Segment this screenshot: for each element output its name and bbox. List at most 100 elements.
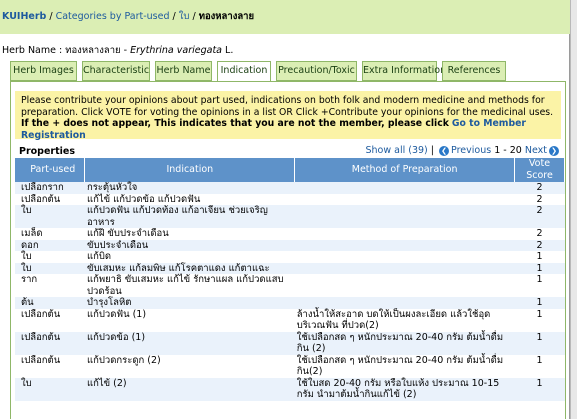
cell-vote-score: 2 [514, 182, 565, 194]
cell-part-used: เมล็ด [15, 228, 85, 240]
cell-method [294, 251, 515, 263]
table-row: เปลือกต้น แก้ปวดข้อ (1) ใช้เปลือกสด ๆ หนัก… [15, 331, 565, 355]
cell-part-used: เปลือกต้น [15, 308, 85, 332]
cell-indication: แก้ปวดกระดูก (2) [84, 354, 295, 378]
table-row: เปลือกราก กระตุ้นหัวใจ 2 [15, 182, 565, 194]
next-link[interactable]: Next [525, 145, 547, 156]
breadcrumb-separator: / [189, 11, 199, 22]
cell-vote-score: 2 [514, 205, 565, 228]
cell-method: ล้างน้ำให้สะอาด บดให้เป็นผงละเอียด แล้วใ… [294, 308, 515, 332]
header-method: Method of Preparation [294, 158, 516, 182]
cell-method [294, 205, 515, 228]
cell-indication: แก้ฝี ขับประจำเดือน [84, 228, 295, 240]
table-row: ใบ แก้บิด 1 [15, 251, 565, 263]
header-vote-score: Vote Score [514, 158, 565, 182]
cell-indication: แก้บิด [84, 251, 295, 263]
cell-indication: แก้ปวดข้อ (1) [84, 331, 295, 355]
breadcrumb-current: ทองหลางลาย [198, 11, 255, 22]
cell-part-used: ราก [15, 274, 85, 297]
cell-method [294, 239, 515, 251]
cell-vote-score: 1 [514, 308, 565, 332]
indication-panel: Please contribute your opinions about pa… [10, 81, 566, 419]
cell-indication: กระตุ้นหัวใจ [84, 182, 295, 194]
next-arrow-icon[interactable]: ❯ [549, 145, 559, 156]
cell-indication: แก้ไข้ แก้ปวดข้อ แก้ปวดฟัน [84, 193, 295, 205]
herb-name-label: Herb Name : [2, 45, 66, 56]
properties-table: Part-used Indication Method of Preparati… [15, 158, 565, 401]
cell-vote-score: 1 [514, 262, 565, 274]
table-row: ต้น บำรุงโลหิต 1 [15, 297, 565, 309]
cell-method [294, 193, 515, 205]
breadcrumb-categories-link[interactable]: Categories by Part-used [56, 11, 170, 22]
tab-herb-name[interactable]: Herb Name [155, 61, 212, 81]
properties-title: Properties [19, 146, 75, 157]
tab-characteristic[interactable]: Characteristic [82, 61, 150, 81]
cell-indication: แก้ไข้ (2) [84, 377, 295, 401]
breadcrumb-part-link[interactable]: ใบ [179, 11, 190, 22]
tab-herb-images[interactable]: Herb Images [10, 61, 77, 81]
table-row: ใบ แก้ไข้ (2) ใช้ใบสด 20-40 กรัม หรือใบแห้… [15, 377, 565, 401]
table-row: เปลือกต้น แก้ปวดฟัน (1) ล้างน้ำให้สะอาด บด… [15, 308, 565, 332]
show-all-link[interactable]: Show all (39) [365, 145, 427, 156]
cell-part-used: ดอก [15, 239, 85, 251]
previous-link[interactable]: Previous [451, 145, 491, 156]
cell-vote-score: 1 [514, 297, 565, 309]
header-bar: KUIHerb / Categories by Part-used / ใบ /… [0, 0, 570, 34]
table-row: ใบ แก้ปวดฟัน แก้ปวดท้อง แก้อาเจียน ช่วยเจ… [15, 205, 565, 228]
cell-indication: แก้พยาธิ ขับเสมหะ แก้ไข้ รักษาแผล แก้ปวด… [84, 274, 295, 297]
herb-name-dash: - [120, 45, 131, 56]
vertical-scrollbar[interactable] [570, 0, 577, 419]
cell-part-used: ต้น [15, 297, 85, 309]
cell-vote-score: 1 [514, 377, 565, 401]
breadcrumb-separator: / [169, 11, 179, 22]
cell-part-used: ใบ [15, 262, 85, 274]
cell-indication: แก้ปวดฟัน แก้ปวดท้อง แก้อาเจียน ช่วยเจริ… [84, 205, 295, 228]
cell-method [294, 228, 515, 240]
cell-part-used: ใบ [15, 251, 85, 263]
cell-indication: ขับเสมหะ แก้ลมพิษ แก้โรคตาแดง แก้ตาแฉะ [84, 262, 295, 274]
cell-vote-score: 2 [514, 228, 565, 240]
cell-indication: ขับประจำเดือน [84, 239, 295, 251]
cell-method: ใช้เปลือกสด ๆ หนักประมาณ 20-40 กรัม ต้มน… [294, 354, 515, 378]
cell-method [294, 262, 515, 274]
cell-indication: บำรุงโลหิต [84, 297, 295, 309]
cell-part-used: ใบ [15, 377, 85, 401]
page-frame: KUIHerb / Categories by Part-used / ใบ /… [0, 0, 570, 419]
cell-method [294, 274, 515, 297]
tab-references[interactable]: References [442, 61, 506, 81]
breadcrumb-site[interactable]: KUIHerb [2, 11, 46, 22]
table-row: ใบ ขับเสมหะ แก้ลมพิษ แก้โรคตาแดง แก้ตาแฉะ… [15, 262, 565, 274]
table-row: ราก แก้พยาธิ ขับเสมหะ แก้ไข้ รักษาแผล แก้… [15, 274, 565, 297]
table-row: เปลือกต้น แก้ไข้ แก้ปวดข้อ แก้ปวดฟัน 2 [15, 193, 565, 205]
table-header-row: Part-used Indication Method of Preparati… [15, 158, 565, 182]
cell-indication: แก้ปวดฟัน (1) [84, 308, 295, 332]
cell-part-used: เปลือกต้น [15, 354, 85, 378]
herb-scientific-name: Erythrina variegata [130, 45, 222, 56]
notice-text: Please contribute your opinions about pa… [21, 95, 554, 118]
cell-vote-score: 2 [514, 193, 565, 205]
tab-indication[interactable]: Indication [217, 61, 271, 82]
herb-author: L. [222, 45, 234, 56]
table-row: เมล็ด แก้ฝี ขับประจำเดือน 2 [15, 228, 565, 240]
herb-name: Herb Name : ทองหลางลาย - Erythrina varie… [2, 43, 233, 58]
contribute-notice: Please contribute your opinions about pa… [15, 91, 561, 141]
header-indication: Indication [84, 158, 296, 182]
cell-method: ใช้เปลือกสด ๆ หนักประมาณ 20-40 กรัม ต้มน… [294, 331, 515, 355]
cell-vote-score: 2 [514, 239, 565, 251]
cell-part-used: เปลือกต้น [15, 331, 85, 355]
tab-precaution-toxic[interactable]: Precaution/Toxic [276, 61, 357, 81]
cell-part-used: เปลือกต้น [15, 193, 85, 205]
herb-thai-name: ทองหลางลาย [65, 45, 121, 56]
page-range: 1 - 20 [494, 145, 522, 156]
cell-part-used: เปลือกราก [15, 182, 85, 194]
previous-arrow-icon[interactable]: ❮ [439, 145, 450, 156]
tab-extra-information[interactable]: Extra Information [362, 61, 446, 81]
notice-bold-text: If the + does not appear, This indicates… [21, 118, 449, 129]
cell-vote-score: 1 [514, 251, 565, 263]
pager-separator: | [430, 145, 434, 156]
cell-method [294, 297, 515, 309]
pagination: Show all (39) | ❮ Previous 1 - 20 Next ❯ [365, 145, 561, 156]
header-part-used: Part-used [15, 158, 86, 182]
cell-vote-score: 1 [514, 331, 565, 355]
table-row: เปลือกต้น แก้ปวดกระดูก (2) ใช้เปลือกสด ๆ ห… [15, 354, 565, 378]
